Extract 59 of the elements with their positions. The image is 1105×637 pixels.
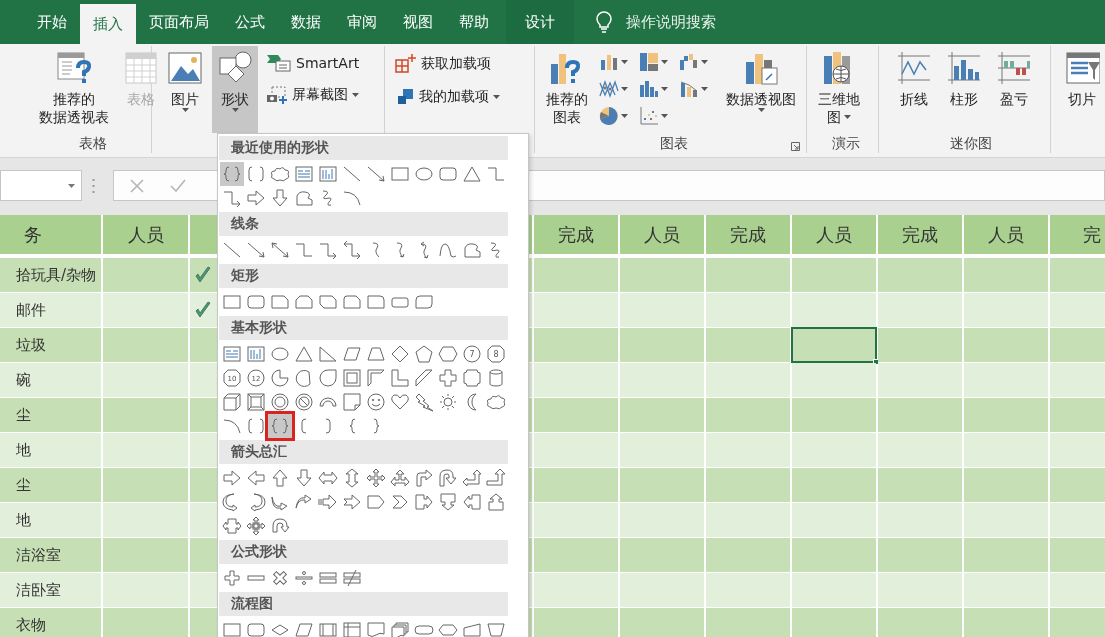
table-cell[interactable]: 地 <box>0 433 101 467</box>
table-cell[interactable]: 洁卧室 <box>0 573 101 607</box>
ribbon-button[interactable]: SmartArt <box>262 50 364 76</box>
ribbon-tab[interactable]: 公式 <box>222 0 278 44</box>
ribbon-button[interactable]: 推荐的 图表 <box>541 46 593 133</box>
ribbon-tab[interactable]: 帮助 <box>446 0 502 44</box>
ribbon-button[interactable]: 推荐的 数据透视表 <box>34 46 114 133</box>
ribbon-tab[interactable]: 审阅 <box>334 0 390 44</box>
ribbon-button[interactable]: 盈亏 <box>991 46 1037 133</box>
table-cell[interactable]: 碗 <box>0 363 101 397</box>
ribbon-tab[interactable]: 设计 <box>506 0 574 44</box>
ribbon-button[interactable]: 柱形 <box>941 46 987 133</box>
ribbon-tab[interactable]: 插入 <box>80 4 136 44</box>
ribbon-button[interactable]: 切片 <box>1059 46 1105 133</box>
ribbon-tab[interactable]: 开始 <box>24 0 80 44</box>
table-cell[interactable]: 邮件 <box>0 293 101 327</box>
section-heading: 基本形状 <box>219 316 508 340</box>
ribbon-tab[interactable]: 视图 <box>390 0 446 44</box>
section-heading: 流程图 <box>219 592 508 616</box>
shape-number: 7 <box>469 350 475 359</box>
shape-option[interactable]: 8 <box>484 342 508 366</box>
table-cell[interactable]: 洁浴室 <box>0 538 101 572</box>
group-label: 表格 <box>78 134 107 153</box>
group-label: 演示 <box>831 134 860 153</box>
ribbon-button[interactable]: 形状 <box>212 46 258 133</box>
column-header: 人员 <box>964 215 1048 254</box>
table-cell[interactable]: 地 <box>0 503 101 537</box>
ribbon-button[interactable]: 我的加载项 <box>391 84 504 110</box>
group-label: 迷你图 <box>949 134 992 153</box>
column-header: 完成 <box>534 215 618 254</box>
column-header: 人员 <box>103 215 188 254</box>
ribbon-button[interactable]: 折线 <box>891 46 937 133</box>
column-header: 人员 <box>792 215 876 254</box>
section-heading: 箭头总汇 <box>219 440 508 464</box>
section-heading: 最近使用的形状 <box>219 136 508 160</box>
section-heading: 公式形状 <box>219 540 508 564</box>
tell-me-field[interactable]: 操作说明搜索 <box>624 12 764 32</box>
ribbon-button[interactable]: 数据透视图 <box>721 46 801 133</box>
column-header: 完 <box>1050 215 1105 254</box>
column-header: 完成 <box>706 215 790 254</box>
ribbon-button[interactable]: 三维地 图 <box>813 46 865 133</box>
ribbon-button[interactable]: 屏幕截图 <box>262 82 364 108</box>
shape-number: 8 <box>493 350 499 359</box>
column-header: 完成 <box>878 215 962 254</box>
column-header: 务 <box>0 215 101 254</box>
section-heading: 矩形 <box>219 264 508 288</box>
ribbon-button[interactable]: 获取加载项 <box>391 50 504 78</box>
table-cell[interactable]: 尘 <box>0 398 101 432</box>
table-cell[interactable]: 尘 <box>0 468 101 502</box>
shape-option[interactable]: 7 <box>460 342 484 366</box>
ribbon-button[interactable]: 图片 <box>162 46 208 133</box>
section-heading: 线条 <box>219 212 508 236</box>
table-cell[interactable]: 垃圾 <box>0 328 101 362</box>
table-cell[interactable]: 拾玩具/杂物 <box>0 258 101 292</box>
ribbon-tab[interactable]: 页面布局 <box>136 0 222 44</box>
ribbon-tab[interactable]: 数据 <box>278 0 334 44</box>
column-header: 人员 <box>620 215 704 254</box>
group-label: 图表 <box>659 134 688 153</box>
table-cell[interactable]: 衣物 <box>0 608 101 637</box>
